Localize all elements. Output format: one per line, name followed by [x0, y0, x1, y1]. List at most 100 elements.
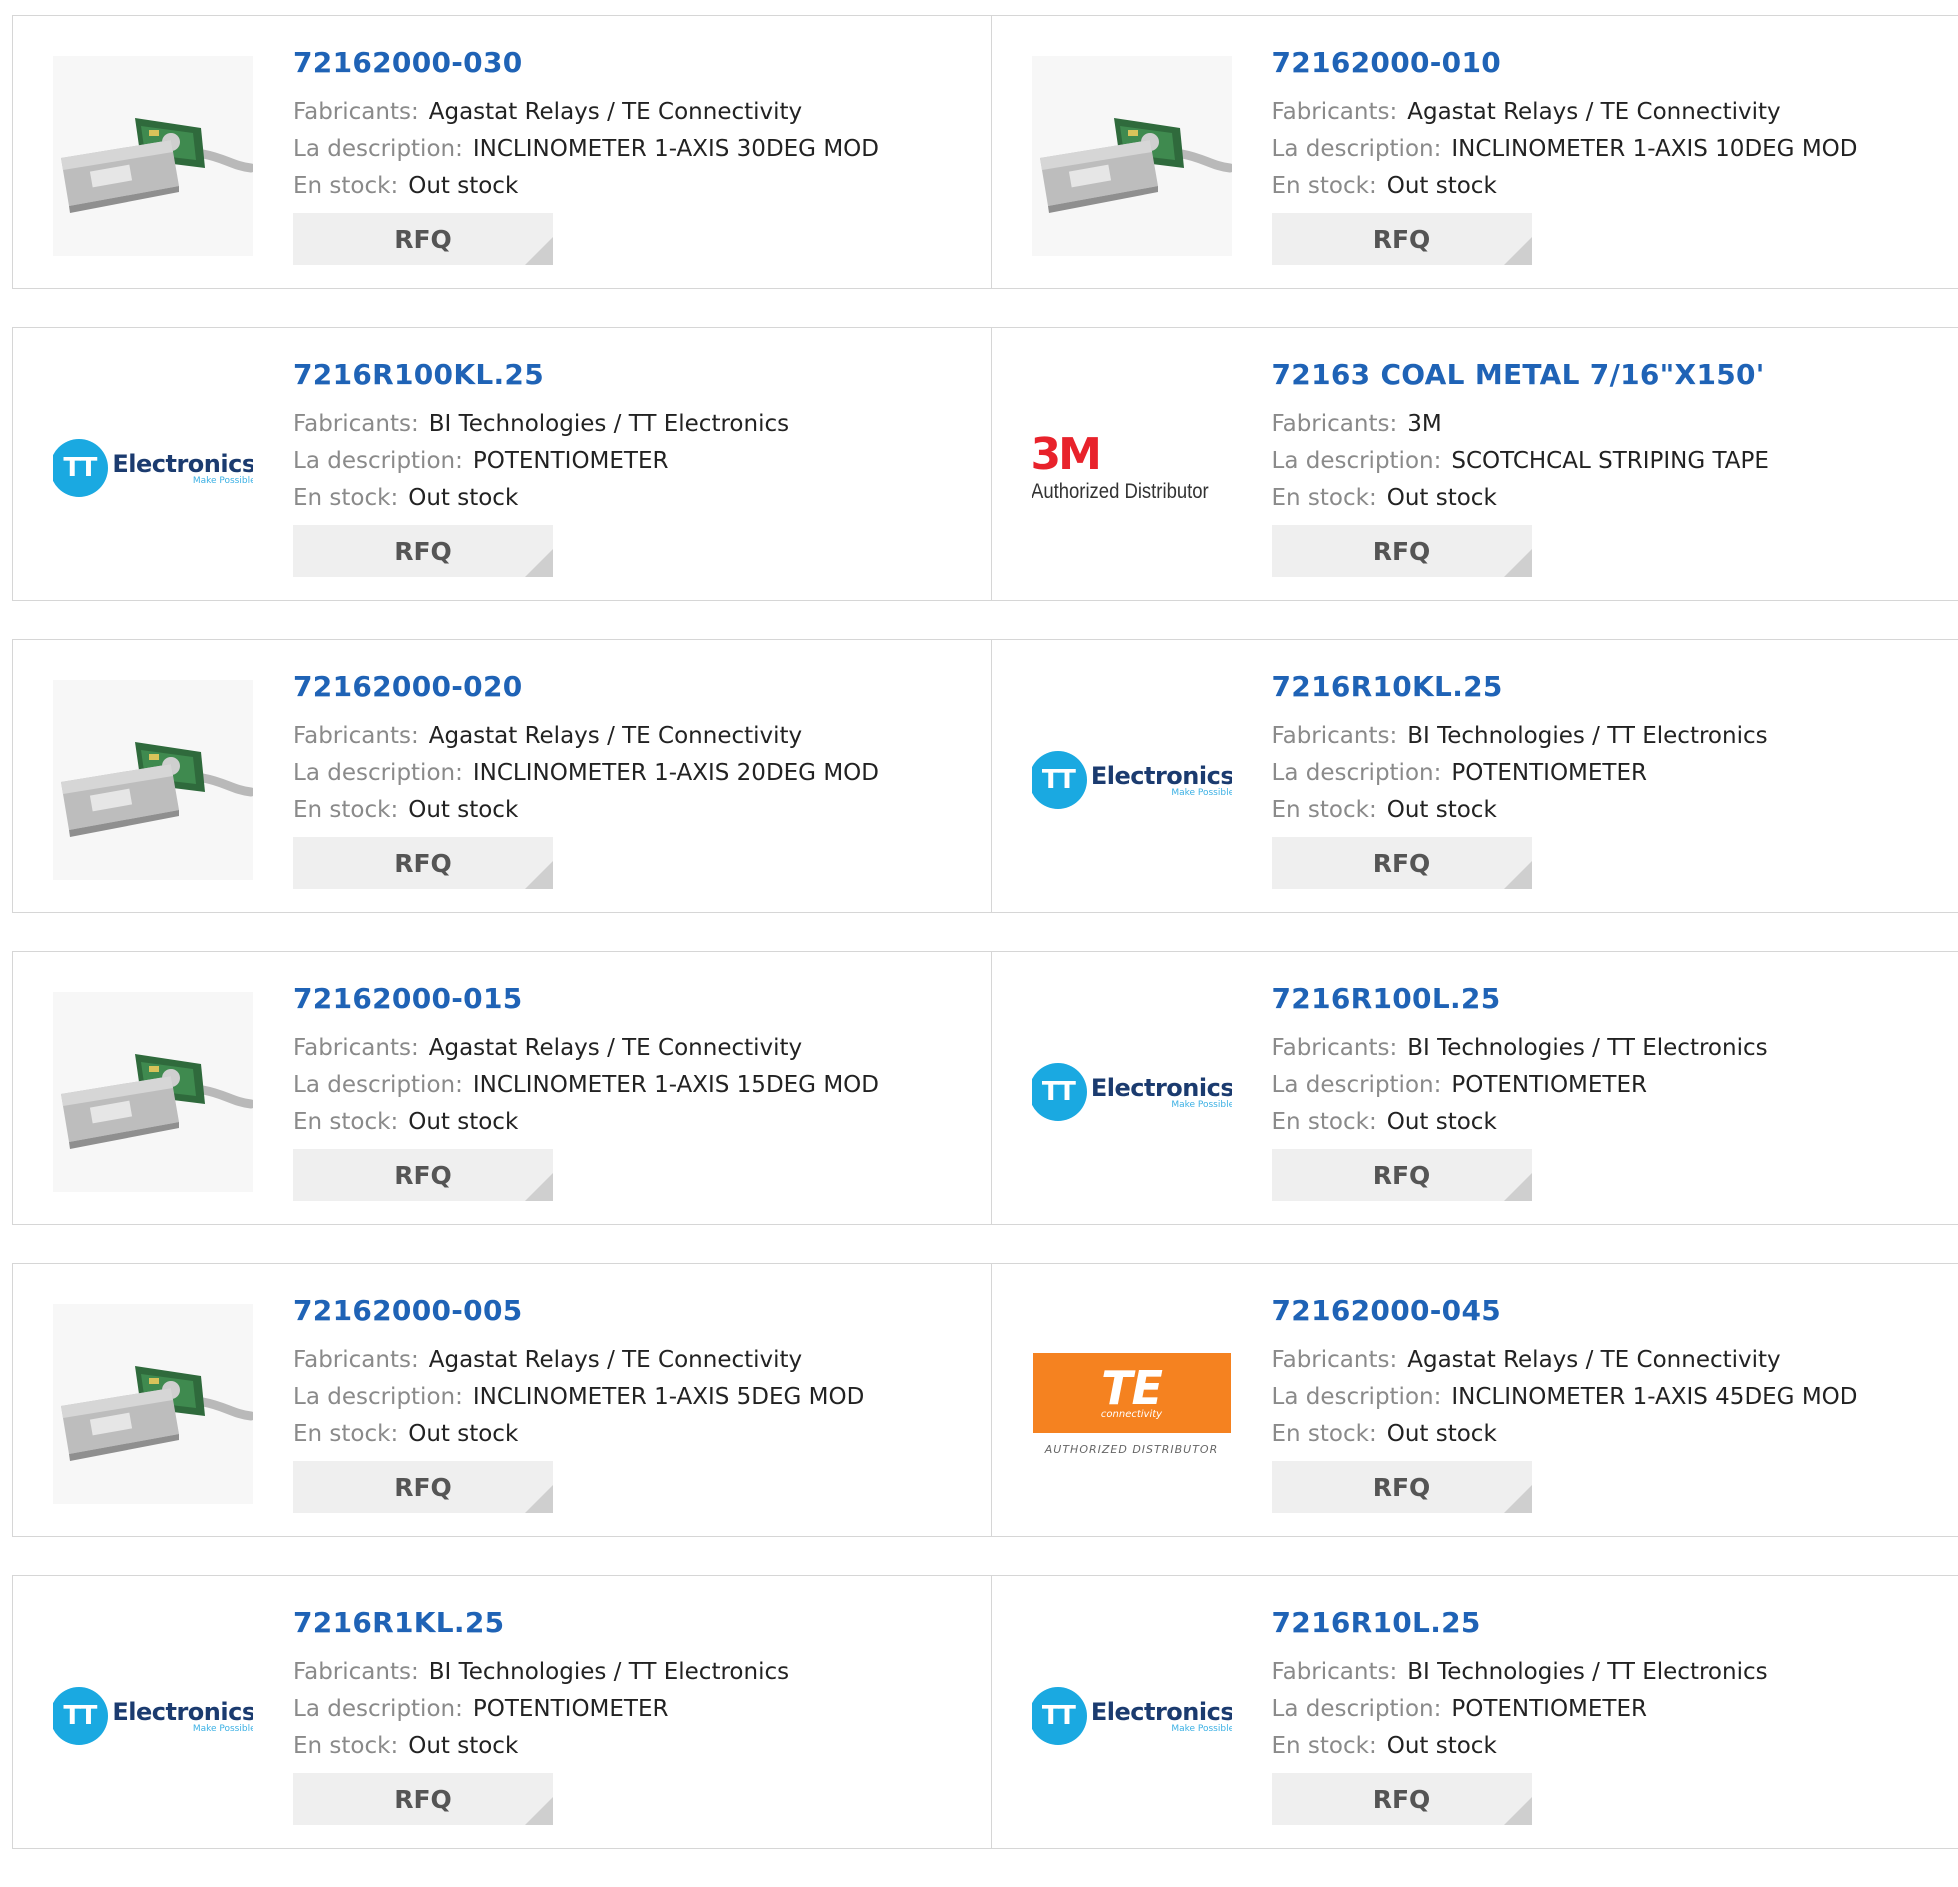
te-mark: TE	[1101, 1365, 1162, 1411]
stock-value: Out stock	[1387, 485, 1497, 511]
corner-triangle-icon	[525, 1485, 553, 1513]
rfq-button[interactable]: RFQ	[1272, 213, 1532, 265]
3m-subtitle: Authorized Distributor	[1032, 480, 1209, 504]
product-image[interactable]: TE connectivity AUTHORIZED DISTRIBUTOR	[1032, 1304, 1232, 1504]
description-label: La description:	[1272, 448, 1442, 474]
product-info: 72162000-005 Fabricants:Agastat Relays /…	[293, 1294, 981, 1513]
manufacturer-value: BI Technologies / TT Electronics	[429, 1659, 789, 1685]
manufacturer-value: Agastat Relays / TE Connectivity	[429, 99, 802, 125]
product-image[interactable]: TT Electronics Make Possible	[53, 1616, 253, 1816]
product-card: TT Electronics Make Possible 7216R10KL.2…	[991, 640, 1958, 912]
product-image[interactable]	[53, 680, 253, 880]
part-number-link[interactable]: 7216R100L.25	[1272, 982, 1949, 1016]
manufacturer-row: Fabricants:BI Technologies / TT Electron…	[1272, 1030, 1949, 1067]
part-number-link[interactable]: 72162000-030	[293, 46, 981, 80]
manufacturer-label: Fabricants:	[293, 99, 419, 125]
rfq-button[interactable]: RFQ	[1272, 525, 1532, 577]
manufacturer-label: Fabricants:	[1272, 1347, 1398, 1373]
product-info: 7216R100L.25 Fabricants:BI Technologies …	[1272, 982, 1949, 1201]
description-label: La description:	[293, 1072, 463, 1098]
part-number-link[interactable]: 7216R1KL.25	[293, 1606, 981, 1640]
product-image[interactable]	[53, 56, 253, 256]
stock-label: En stock:	[293, 173, 398, 199]
stock-value: Out stock	[408, 1733, 518, 1759]
product-image[interactable]	[53, 1304, 253, 1504]
rfq-button[interactable]: RFQ	[1272, 1773, 1532, 1825]
rfq-button[interactable]: RFQ	[293, 525, 553, 577]
manufacturer-label: Fabricants:	[1272, 723, 1398, 749]
product-row: TT Electronics Make Possible 7216R1KL.25…	[12, 1575, 1958, 1849]
manufacturer-label: Fabricants:	[1272, 1659, 1398, 1685]
part-number-link[interactable]: 72162000-015	[293, 982, 981, 1016]
stock-row: En stock: Out stock	[293, 1728, 981, 1765]
product-image[interactable]	[1032, 56, 1232, 256]
tt-wordmark: Electronics	[1091, 762, 1232, 790]
tt-tagline: Make Possible	[193, 1724, 253, 1734]
inclinometer-photo	[53, 56, 253, 256]
product-card: 72162000-020 Fabricants:Agastat Relays /…	[13, 640, 991, 912]
description-row: La description:POTENTIOMETER	[293, 1691, 981, 1728]
description-row: La description:INCLINOMETER 1-AXIS 20DEG…	[293, 755, 981, 792]
3m-mark: 3M	[1032, 432, 1099, 478]
rfq-button[interactable]: RFQ	[293, 213, 553, 265]
part-number-link[interactable]: 7216R100KL.25	[293, 358, 981, 392]
tt-electronics-logo: TT Electronics Make Possible	[53, 1687, 253, 1745]
stock-row: En stock: Out stock	[1272, 1104, 1949, 1141]
description-row: La description:INCLINOMETER 1-AXIS 5DEG …	[293, 1379, 981, 1416]
rfq-button[interactable]: RFQ	[1272, 837, 1532, 889]
product-info: 72162000-045 Fabricants:Agastat Relays /…	[1272, 1294, 1949, 1513]
manufacturer-value: Agastat Relays / TE Connectivity	[429, 1347, 802, 1373]
stock-label: En stock:	[1272, 1109, 1377, 1135]
description-value: POTENTIOMETER	[1451, 760, 1647, 786]
description-row: La description:INCLINOMETER 1-AXIS 10DEG…	[1272, 131, 1949, 168]
part-number-link[interactable]: 72162000-010	[1272, 46, 1949, 80]
rfq-button[interactable]: RFQ	[1272, 1149, 1532, 1201]
part-number-link[interactable]: 72162000-005	[293, 1294, 981, 1328]
manufacturer-label: Fabricants:	[293, 411, 419, 437]
part-number-link[interactable]: 72162000-045	[1272, 1294, 1949, 1328]
rfq-label: RFQ	[1373, 849, 1431, 878]
stock-label: En stock:	[293, 797, 398, 823]
product-info: 72162000-015 Fabricants:Agastat Relays /…	[293, 982, 981, 1201]
part-number-link[interactable]: 7216R10KL.25	[1272, 670, 1949, 704]
product-row: 72162000-020 Fabricants:Agastat Relays /…	[12, 639, 1958, 913]
rfq-button[interactable]: RFQ	[293, 1461, 553, 1513]
part-number-link[interactable]: 72163 COAL METAL 7/16"X150'	[1272, 358, 1949, 392]
description-row: La description:POTENTIOMETER	[293, 443, 981, 480]
product-image[interactable]: TT Electronics Make Possible	[53, 368, 253, 568]
product-card: TT Electronics Make Possible 7216R10L.25…	[991, 1576, 1958, 1848]
product-image[interactable]: TT Electronics Make Possible	[1032, 1616, 1232, 1816]
stock-label: En stock:	[1272, 173, 1377, 199]
product-card: 72162000-015 Fabricants:Agastat Relays /…	[13, 952, 991, 1224]
stock-label: En stock:	[293, 1733, 398, 1759]
manufacturer-value: BI Technologies / TT Electronics	[1407, 1659, 1767, 1685]
rfq-button[interactable]: RFQ	[293, 837, 553, 889]
product-card: TT Electronics Make Possible 7216R100KL.…	[13, 328, 991, 600]
stock-row: En stock:Out stock	[293, 1416, 981, 1453]
product-image[interactable]: TT Electronics Make Possible	[1032, 680, 1232, 880]
corner-triangle-icon	[1504, 549, 1532, 577]
product-image[interactable]: TT Electronics Make Possible	[1032, 992, 1232, 1192]
rfq-button[interactable]: RFQ	[293, 1149, 553, 1201]
rfq-button[interactable]: RFQ	[1272, 1461, 1532, 1513]
description-row: La description:POTENTIOMETER	[1272, 1691, 1949, 1728]
stock-value: Out stock	[1387, 1109, 1497, 1135]
product-card: TT Electronics Make Possible 7216R1KL.25…	[13, 1576, 991, 1848]
part-number-link[interactable]: 7216R10L.25	[1272, 1606, 1949, 1640]
part-number-link[interactable]: 72162000-020	[293, 670, 981, 704]
rfq-label: RFQ	[1373, 1473, 1431, 1502]
manufacturer-label: Fabricants:	[293, 1659, 419, 1685]
product-card: 72162000-010 Fabricants:Agastat Relays /…	[991, 16, 1958, 288]
description-value: POTENTIOMETER	[473, 448, 669, 474]
manufacturer-row: Fabricants:Agastat Relays / TE Connectiv…	[293, 718, 981, 755]
product-image[interactable]: 3M Authorized Distributor	[1032, 368, 1232, 568]
manufacturer-value: Agastat Relays / TE Connectivity	[429, 723, 802, 749]
product-image[interactable]	[53, 992, 253, 1192]
manufacturer-row: Fabricants:BI Technologies / TT Electron…	[293, 406, 981, 443]
rfq-label: RFQ	[1373, 537, 1431, 566]
stock-value: Out stock	[408, 173, 518, 199]
manufacturer-row: Fabricants:BI Technologies / TT Electron…	[1272, 718, 1949, 755]
stock-row: En stock:Out stock	[1272, 1416, 1949, 1453]
corner-triangle-icon	[525, 1173, 553, 1201]
rfq-button[interactable]: RFQ	[293, 1773, 553, 1825]
